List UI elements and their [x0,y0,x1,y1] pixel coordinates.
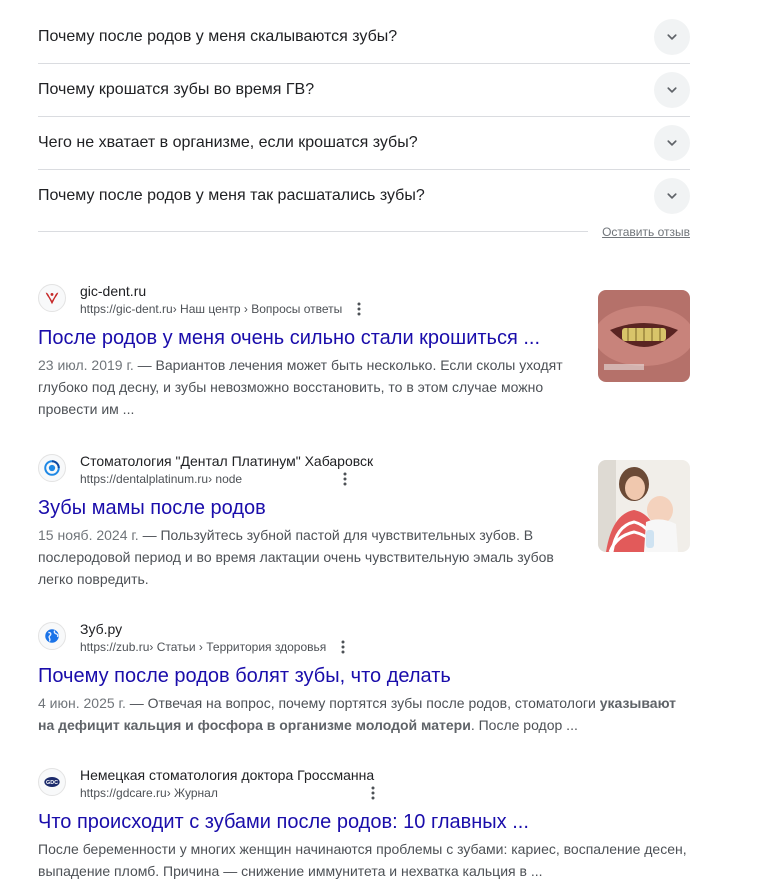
url-domain: https://gdcare.ru [80,786,167,800]
result-thumbnail[interactable] [598,460,690,552]
site-url: https://zub.ru › Статьи › Территория здо… [80,638,348,656]
url-path: › Наш центр › Вопросы ответы [172,302,343,316]
site-name: Стоматология "Дентал Платинум" Хабаровск [80,453,374,469]
search-result: Зуб.ру https://zub.ru › Статьи › Террито… [38,620,690,736]
search-result: GDC Немецкая стоматология доктора Гроссм… [38,766,690,882]
result-snippet: 15 нояб. 2024 г. — Пользуйтесь зубной па… [38,524,568,590]
result-date: 4 июн. 2025 г. [38,695,126,711]
site-name: Зуб.ру [80,621,123,637]
result-snippet: 4 июн. 2025 г. — Отвечая на вопрос, поче… [38,692,690,736]
gdc-logo-text: GDC [46,780,58,786]
more-options-icon[interactable] [340,470,350,488]
feedback-link[interactable]: Оставить отзыв [602,225,690,239]
site-url: https://gdcare.ru › Журнал [80,784,378,802]
search-result: Стоматология "Дентал Платинум" Хабаровск… [38,452,690,590]
gdc-logo-icon: GDC [38,768,66,796]
paa-question-text: Чего не хватает в организме, если крошат… [38,134,418,151]
result-date: 15 нояб. 2024 г. [38,527,139,543]
dentalplatinum-logo-icon [38,454,66,482]
more-options-icon[interactable] [368,784,378,802]
url-path: › Журнал [166,786,218,800]
snippet-text: . После родор ... [470,717,578,733]
url-domain: https://gic-dent.ru [80,302,173,316]
result-source[interactable]: Зуб.ру https://zub.ru › Статьи › Террито… [38,620,690,658]
site-url: https://dentalplatinum.ru › node [80,470,373,488]
url-path: › node [208,472,243,486]
result-date: 23 июл. 2019 г. [38,357,134,373]
result-title-link[interactable]: После родов у меня очень сильно стали кр… [38,325,690,351]
paa-question[interactable]: Почему крошатся зубы во время ГВ? [38,64,690,117]
chevron-down-icon[interactable] [654,18,690,55]
more-options-icon[interactable] [354,300,364,318]
chevron-down-icon[interactable] [654,125,690,161]
gic-dent-logo-icon [38,284,66,312]
site-name: Немецкая стоматология доктора Гроссманна [80,767,375,783]
result-snippet: После беременности у многих женщин начин… [38,841,687,879]
chevron-down-icon[interactable] [654,72,690,108]
site-name: gic-dent.ru [80,283,147,299]
result-snippet: 23 июл. 2019 г. — Вариантов лечения може… [38,354,568,420]
paa-question[interactable]: Почему после родов у меня скалываются зу… [38,10,690,64]
paa-question-text: Почему крошатся зубы во время ГВ? [38,81,315,98]
result-source[interactable]: GDC Немецкая стоматология доктора Гроссм… [38,766,690,804]
paa-question[interactable]: Почему после родов у меня так расшаталис… [38,170,690,222]
globe-icon [38,622,66,650]
result-title-link[interactable]: Почему после родов болят зубы, что делат… [38,663,690,689]
search-result: gic-dent.ru https://gic-dent.ru › Наш це… [38,282,690,420]
result-thumbnail[interactable] [598,290,690,382]
result-title-link[interactable]: Зубы мамы после родов [38,495,690,521]
url-domain: https://dentalplatinum.ru [80,472,209,486]
more-options-icon[interactable] [338,638,348,656]
paa-question-text: Почему после родов у меня так расшаталис… [38,187,425,204]
result-source[interactable]: gic-dent.ru https://gic-dent.ru › Наш це… [38,282,690,320]
paa-question-text: Почему после родов у меня скалываются зу… [38,27,398,45]
divider [38,231,588,232]
result-title-link[interactable]: Что происходит с зубами после родов: 10 … [38,809,690,835]
url-domain: https://zub.ru [80,640,150,654]
paa-question[interactable]: Чего не хватает в организме, если крошат… [38,117,690,170]
feedback-row: Оставить отзыв [38,222,690,248]
url-path: › Статьи › Территория здоровья [149,640,327,654]
chevron-down-icon[interactable] [654,178,690,214]
people-also-ask: Почему после родов у меня скалываются зу… [38,10,690,248]
snippet-text: — Отвечая на вопрос, почему портятся зуб… [125,695,600,711]
result-source[interactable]: Стоматология "Дентал Платинум" Хабаровск… [38,452,690,490]
site-url: https://gic-dent.ru › Наш центр › Вопрос… [80,300,364,318]
